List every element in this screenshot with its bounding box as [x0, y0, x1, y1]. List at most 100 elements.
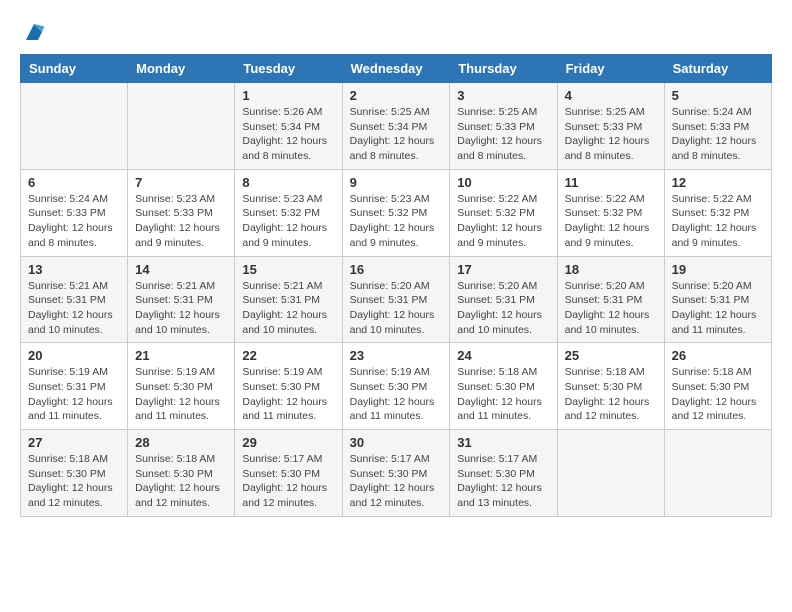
page-header	[20, 20, 772, 44]
day-info: Sunrise: 5:24 AM Sunset: 5:33 PM Dayligh…	[672, 105, 764, 164]
calendar-week-4: 20 Sunrise: 5:19 AM Sunset: 5:31 PM Dayli…	[21, 343, 772, 430]
day-info: Sunrise: 5:25 AM Sunset: 5:33 PM Dayligh…	[457, 105, 549, 164]
calendar-week-5: 27 Sunrise: 5:18 AM Sunset: 5:30 PM Dayli…	[21, 430, 772, 517]
calendar-cell	[557, 430, 664, 517]
calendar-cell: 29Sunrise: 5:17 AM Sunset: 5:30 PM Dayli…	[235, 430, 342, 517]
day-number: 7	[135, 175, 227, 190]
calendar-cell: 8 Sunrise: 5:23 AM Sunset: 5:32 PM Daylig…	[235, 169, 342, 256]
calendar-cell: 21 Sunrise: 5:19 AM Sunset: 5:30 PM Dayli…	[128, 343, 235, 430]
day-info: Sunrise: 5:18 AM Sunset: 5:30 PM Dayligh…	[28, 452, 120, 511]
calendar-cell: 6 Sunrise: 5:24 AM Sunset: 5:33 PM Daylig…	[21, 169, 128, 256]
day-info: Sunrise: 5:22 AM Sunset: 5:32 PM Dayligh…	[457, 192, 549, 251]
day-info: Sunrise: 5:18 AM Sunset: 5:30 PM Dayligh…	[457, 365, 549, 424]
calendar-cell	[664, 430, 771, 517]
day-number: 15	[242, 262, 334, 277]
day-number: 31	[457, 435, 549, 450]
day-number: 17	[457, 262, 549, 277]
day-number: 24	[457, 348, 549, 363]
day-number: 2	[350, 88, 443, 103]
calendar-cell: 4 Sunrise: 5:25 AM Sunset: 5:33 PM Daylig…	[557, 83, 664, 170]
day-info: Sunrise: 5:23 AM Sunset: 5:32 PM Dayligh…	[242, 192, 334, 251]
day-info: Sunrise: 5:21 AM Sunset: 5:31 PM Dayligh…	[28, 279, 120, 338]
day-info: Sunrise: 5:20 AM Sunset: 5:31 PM Dayligh…	[350, 279, 443, 338]
weekday-header-friday: Friday	[557, 55, 664, 83]
logo-icon	[22, 20, 46, 44]
day-number: 6	[28, 175, 120, 190]
calendar-cell: 31 Sunrise: 5:17 AM Sunset: 5:30 PM Dayli…	[450, 430, 557, 517]
day-number: 25	[565, 348, 657, 363]
day-number: 28	[135, 435, 227, 450]
day-number: 4	[565, 88, 657, 103]
day-info: Sunrise: 5:19 AM Sunset: 5:30 PM Dayligh…	[135, 365, 227, 424]
day-info: Sunrise: 5:17 AM Sunset: 5:30 PM Dayligh…	[457, 452, 549, 511]
day-number: 23	[350, 348, 443, 363]
day-number: 13	[28, 262, 120, 277]
calendar-cell: 23 Sunrise: 5:19 AM Sunset: 5:30 PM Dayli…	[342, 343, 450, 430]
day-info: Sunrise: 5:20 AM Sunset: 5:31 PM Dayligh…	[565, 279, 657, 338]
calendar-cell: 3 Sunrise: 5:25 AM Sunset: 5:33 PM Daylig…	[450, 83, 557, 170]
calendar-header-row: SundayMondayTuesdayWednesdayThursdayFrid…	[21, 55, 772, 83]
day-number: 21	[135, 348, 227, 363]
weekday-header-wednesday: Wednesday	[342, 55, 450, 83]
calendar-cell: 9Sunrise: 5:23 AM Sunset: 5:32 PM Daylig…	[342, 169, 450, 256]
calendar-cell: 24 Sunrise: 5:18 AM Sunset: 5:30 PM Dayli…	[450, 343, 557, 430]
weekday-header-tuesday: Tuesday	[235, 55, 342, 83]
calendar-cell	[128, 83, 235, 170]
weekday-header-saturday: Saturday	[664, 55, 771, 83]
calendar-cell: 13 Sunrise: 5:21 AM Sunset: 5:31 PM Dayli…	[21, 256, 128, 343]
day-info: Sunrise: 5:21 AM Sunset: 5:31 PM Dayligh…	[135, 279, 227, 338]
calendar-cell: 11Sunrise: 5:22 AM Sunset: 5:32 PM Dayli…	[557, 169, 664, 256]
day-info: Sunrise: 5:19 AM Sunset: 5:30 PM Dayligh…	[242, 365, 334, 424]
calendar-cell: 22 Sunrise: 5:19 AM Sunset: 5:30 PM Dayli…	[235, 343, 342, 430]
day-number: 30	[350, 435, 443, 450]
day-info: Sunrise: 5:18 AM Sunset: 5:30 PM Dayligh…	[565, 365, 657, 424]
day-number: 26	[672, 348, 764, 363]
day-info: Sunrise: 5:21 AM Sunset: 5:31 PM Dayligh…	[242, 279, 334, 338]
logo	[20, 20, 46, 44]
calendar-table: SundayMondayTuesdayWednesdayThursdayFrid…	[20, 54, 772, 517]
day-info: Sunrise: 5:22 AM Sunset: 5:32 PM Dayligh…	[672, 192, 764, 251]
calendar-cell: 5 Sunrise: 5:24 AM Sunset: 5:33 PM Daylig…	[664, 83, 771, 170]
calendar-week-1: 1 Sunrise: 5:26 AM Sunset: 5:34 PM Daylig…	[21, 83, 772, 170]
calendar-cell: 20 Sunrise: 5:19 AM Sunset: 5:31 PM Dayli…	[21, 343, 128, 430]
day-info: Sunrise: 5:17 AM Sunset: 5:30 PM Dayligh…	[350, 452, 443, 511]
day-number: 12	[672, 175, 764, 190]
day-info: Sunrise: 5:20 AM Sunset: 5:31 PM Dayligh…	[672, 279, 764, 338]
calendar-cell: 28 Sunrise: 5:18 AM Sunset: 5:30 PM Dayli…	[128, 430, 235, 517]
calendar-cell: 1 Sunrise: 5:26 AM Sunset: 5:34 PM Daylig…	[235, 83, 342, 170]
calendar-cell: 16Sunrise: 5:20 AM Sunset: 5:31 PM Dayli…	[342, 256, 450, 343]
calendar-cell: 14 Sunrise: 5:21 AM Sunset: 5:31 PM Dayli…	[128, 256, 235, 343]
day-info: Sunrise: 5:24 AM Sunset: 5:33 PM Dayligh…	[28, 192, 120, 251]
day-number: 14	[135, 262, 227, 277]
day-info: Sunrise: 5:23 AM Sunset: 5:32 PM Dayligh…	[350, 192, 443, 251]
calendar-cell: 25 Sunrise: 5:18 AM Sunset: 5:30 PM Dayli…	[557, 343, 664, 430]
day-number: 3	[457, 88, 549, 103]
day-info: Sunrise: 5:18 AM Sunset: 5:30 PM Dayligh…	[672, 365, 764, 424]
calendar-cell: 17Sunrise: 5:20 AM Sunset: 5:31 PM Dayli…	[450, 256, 557, 343]
day-number: 5	[672, 88, 764, 103]
day-number: 8	[242, 175, 334, 190]
calendar-week-2: 6 Sunrise: 5:24 AM Sunset: 5:33 PM Daylig…	[21, 169, 772, 256]
day-info: Sunrise: 5:18 AM Sunset: 5:30 PM Dayligh…	[135, 452, 227, 511]
day-info: Sunrise: 5:22 AM Sunset: 5:32 PM Dayligh…	[565, 192, 657, 251]
calendar-cell	[21, 83, 128, 170]
calendar-cell: 15 Sunrise: 5:21 AM Sunset: 5:31 PM Dayli…	[235, 256, 342, 343]
calendar-cell: 7 Sunrise: 5:23 AM Sunset: 5:33 PM Daylig…	[128, 169, 235, 256]
day-number: 20	[28, 348, 120, 363]
day-info: Sunrise: 5:26 AM Sunset: 5:34 PM Dayligh…	[242, 105, 334, 164]
calendar-cell: 30 Sunrise: 5:17 AM Sunset: 5:30 PM Dayli…	[342, 430, 450, 517]
day-number: 1	[242, 88, 334, 103]
day-info: Sunrise: 5:25 AM Sunset: 5:34 PM Dayligh…	[350, 105, 443, 164]
day-number: 19	[672, 262, 764, 277]
weekday-header-thursday: Thursday	[450, 55, 557, 83]
calendar-cell: 18Sunrise: 5:20 AM Sunset: 5:31 PM Dayli…	[557, 256, 664, 343]
calendar-cell: 19 Sunrise: 5:20 AM Sunset: 5:31 PM Dayli…	[664, 256, 771, 343]
day-info: Sunrise: 5:25 AM Sunset: 5:33 PM Dayligh…	[565, 105, 657, 164]
day-info: Sunrise: 5:23 AM Sunset: 5:33 PM Dayligh…	[135, 192, 227, 251]
day-info: Sunrise: 5:19 AM Sunset: 5:30 PM Dayligh…	[350, 365, 443, 424]
day-number: 22	[242, 348, 334, 363]
day-number: 27	[28, 435, 120, 450]
day-info: Sunrise: 5:19 AM Sunset: 5:31 PM Dayligh…	[28, 365, 120, 424]
calendar-cell: 2 Sunrise: 5:25 AM Sunset: 5:34 PM Daylig…	[342, 83, 450, 170]
calendar-cell: 26 Sunrise: 5:18 AM Sunset: 5:30 PM Dayli…	[664, 343, 771, 430]
